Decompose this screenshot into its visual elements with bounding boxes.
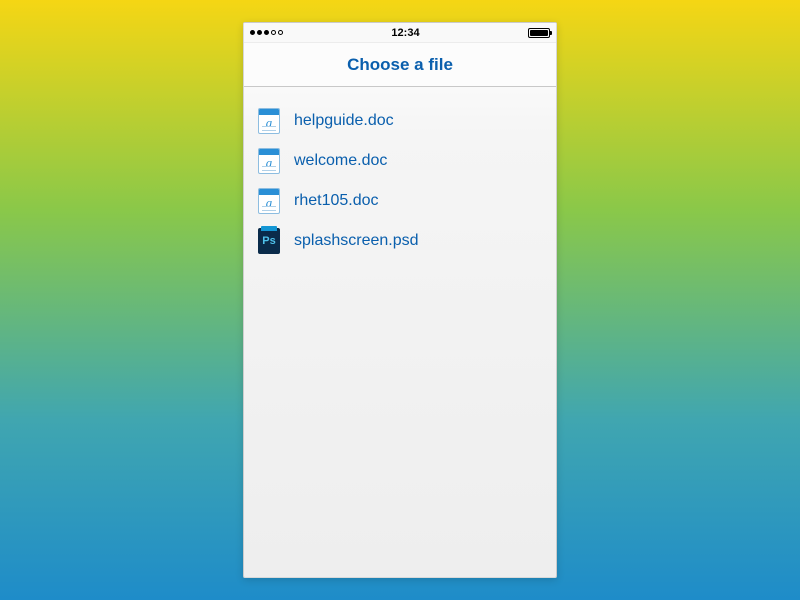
- file-row[interactable]: Ps splashscreen.psd: [252, 221, 548, 261]
- file-name: helpguide.doc: [294, 112, 394, 130]
- page-title: Choose a file: [347, 55, 453, 75]
- doc-file-icon: a: [258, 148, 280, 174]
- file-name: rhet105.doc: [294, 192, 379, 210]
- battery-indicator: [528, 28, 550, 38]
- signal-indicator: [250, 30, 283, 35]
- status-bar: 12:34: [244, 23, 556, 43]
- doc-file-icon: a: [258, 188, 280, 214]
- phone-frame: 12:34 Choose a file a helpguide.doc a we…: [243, 22, 557, 578]
- file-list[interactable]: a helpguide.doc a welcome.doc a rhet105.…: [244, 87, 556, 577]
- nav-header: Choose a file: [244, 43, 556, 87]
- battery-icon: [528, 28, 550, 38]
- status-time: 12:34: [391, 27, 419, 39]
- psd-file-icon: Ps: [258, 228, 280, 254]
- doc-file-icon: a: [258, 108, 280, 134]
- file-name: splashscreen.psd: [294, 232, 419, 250]
- file-row[interactable]: a welcome.doc: [252, 141, 548, 181]
- signal-dots-icon: [250, 30, 283, 35]
- file-row[interactable]: a rhet105.doc: [252, 181, 548, 221]
- file-row[interactable]: a helpguide.doc: [252, 101, 548, 141]
- file-name: welcome.doc: [294, 152, 387, 170]
